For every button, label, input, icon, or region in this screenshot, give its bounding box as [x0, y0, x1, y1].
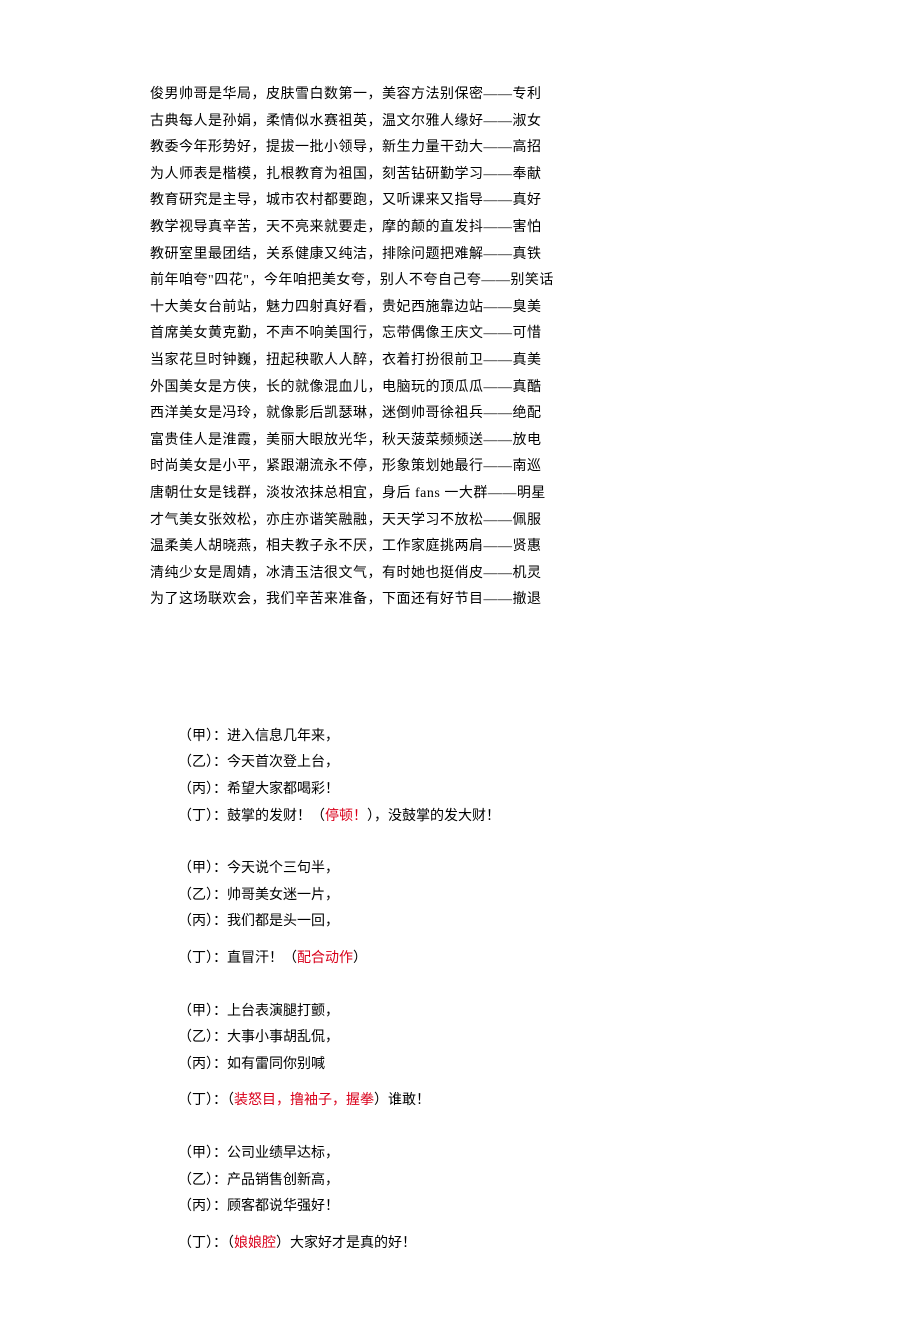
- poem-line: 教育研究是主导，城市农村都要跑，又听课来又指导——真好: [150, 188, 770, 215]
- poem-line: 为了这场联欢会，我们辛苦来准备，下面还有好节目——撤退: [150, 587, 770, 614]
- poem-line: 当家花旦时钟巍，扭起秧歌人人醉，衣着打扮很前卫——真美: [150, 348, 770, 375]
- poem-line: 古典每人是孙娟，柔情似水赛祖英，温文尔雅人缘好——淑女: [150, 109, 770, 136]
- dialog-text: ：希望大家都喝彩！: [213, 782, 339, 797]
- speaker-label: （丙）: [178, 914, 213, 929]
- poem-line: 才气美女张效松，亦庄亦谐笑融融，天天学习不放松——佩服: [150, 508, 770, 535]
- dialog-line: （甲）：上台表演腿打颤，: [178, 999, 770, 1026]
- dialog-line: （甲）：今天说个三句半，: [178, 856, 770, 883]
- stage-direction: 装怒目，撸袖子，握拳: [234, 1093, 374, 1108]
- speaker-label: （甲）: [178, 1146, 213, 1161]
- poem-line: 前年咱夸"四花"，今年咱把美女夸，别人不夸自己夸——别笑话: [150, 268, 770, 295]
- dialog-line: （乙）：帅哥美女迷一片，: [178, 883, 770, 910]
- speaker-label: （丁）: [178, 809, 213, 824]
- dialog-text: ：我们都是头一回，: [213, 914, 339, 929]
- dialog-group: （甲）：进入信息几年来，（乙）：今天首次登上台，（丙）：希望大家都喝彩！（丁）：…: [178, 724, 770, 830]
- dialog-text: ：帅哥美女迷一片，: [213, 888, 339, 903]
- speaker-label: （甲）: [178, 1004, 213, 1019]
- dialog-line: （丙）：我们都是头一回，: [178, 909, 770, 936]
- dialog-line: （丙）：如有雷同你别喊: [178, 1052, 770, 1079]
- dialog-line: （甲）：进入信息几年来，: [178, 724, 770, 751]
- speaker-label: （丙）: [178, 782, 213, 797]
- poem-line: 西洋美女是冯玲，就像影后凯瑟琳，迷倒帅哥徐祖兵——绝配: [150, 401, 770, 428]
- dialog-line: （丁）：（娘娘腔）大家好才是真的好！: [178, 1231, 770, 1258]
- dialog-line: （丙）：希望大家都喝彩！: [178, 777, 770, 804]
- dialog-text: ：鼓掌的发财！（: [213, 809, 325, 824]
- poem-line: 十大美女台前站，魅力四射真好看，贵妃西施靠边站——臭美: [150, 295, 770, 322]
- dialog-text: ），没鼓掌的发大财！: [367, 809, 500, 824]
- dialog-text: ）: [353, 951, 367, 966]
- dialog-text: ：产品销售创新高，: [213, 1173, 339, 1188]
- poem-line: 唐朝仕女是钱群，淡妆浓抹总相宜，身后 fans 一大群——明星: [150, 481, 770, 508]
- page-content: 俊男帅哥是华局，皮肤雪白数第一，美容方法别保密——专利古典每人是孙娟，柔情似水赛…: [0, 0, 920, 1343]
- dialog-text: ：今天首次登上台，: [213, 755, 339, 770]
- dialog-text: ：如有雷同你别喊: [213, 1057, 325, 1072]
- speaker-label: （乙）: [178, 755, 213, 770]
- dialog-text: ：（: [213, 1236, 234, 1251]
- dialog-line: （甲）：公司业绩早达标，: [178, 1141, 770, 1168]
- speaker-label: （甲）: [178, 729, 213, 744]
- poem-line: 为人师表是楷模，扎根教育为祖国，刻苦钻研勤学习——奉献: [150, 162, 770, 189]
- dialog-text: ：直冒汗！（: [213, 951, 297, 966]
- dialog-text: ）谁敢！: [374, 1093, 430, 1108]
- stage-direction: 停顿！: [325, 809, 367, 824]
- dialog-line: （丁）：直冒汗！（配合动作）: [178, 946, 770, 973]
- speaker-label: （丙）: [178, 1199, 213, 1214]
- dialog-line: （乙）：今天首次登上台，: [178, 750, 770, 777]
- dialog-line: （乙）：产品销售创新高，: [178, 1168, 770, 1195]
- speaker-label: （甲）: [178, 861, 213, 876]
- speaker-label: （丙）: [178, 1057, 213, 1072]
- dialog-line: （丁）：（装怒目，撸袖子，握拳）谁敢！: [178, 1088, 770, 1115]
- speaker-label: （丁）: [178, 951, 213, 966]
- dialog-group: （甲）：上台表演腿打颤，（乙）：大事小事胡乱侃，（丙）：如有雷同你别喊（丁）：（…: [178, 999, 770, 1115]
- poem-line: 教学视导真辛苦，天不亮来就要走，摩的颠的直发抖——害怕: [150, 215, 770, 242]
- poem-line: 首席美女黄克勤，不声不响美国行，忘带偶像王庆文——可惜: [150, 321, 770, 348]
- speaker-label: （丁）: [178, 1093, 213, 1108]
- poem-line: 教研室里最团结，关系健康又纯洁，排除问题把难解——真铁: [150, 242, 770, 269]
- speaker-label: （乙）: [178, 888, 213, 903]
- poem-line: 富贵佳人是淮霞，美丽大眼放光华，秋天菠菜频频送——放电: [150, 428, 770, 455]
- speaker-label: （丁）: [178, 1236, 213, 1251]
- dialog-block: （甲）：进入信息几年来，（乙）：今天首次登上台，（丙）：希望大家都喝彩！（丁）：…: [150, 724, 770, 1258]
- dialog-text: ：顾客都说华强好！: [213, 1199, 339, 1214]
- poem-line: 外国美女是方侠，长的就像混血儿，电脑玩的顶瓜瓜——真酷: [150, 375, 770, 402]
- dialog-text: ：上台表演腿打颤，: [213, 1004, 339, 1019]
- poem-line: 清纯少女是周婧，冰清玉洁很文气，有时她也挺俏皮——机灵: [150, 561, 770, 588]
- dialog-text: ：公司业绩早达标，: [213, 1146, 339, 1161]
- poem-line: 俊男帅哥是华局，皮肤雪白数第一，美容方法别保密——专利: [150, 82, 770, 109]
- speaker-label: （乙）: [178, 1173, 213, 1188]
- dialog-text: ：大事小事胡乱侃，: [213, 1030, 339, 1045]
- dialog-text: ）大家好才是真的好！: [276, 1236, 416, 1251]
- dialog-text: ：（: [213, 1093, 234, 1108]
- dialog-line: （丙）：顾客都说华强好！: [178, 1194, 770, 1221]
- stage-direction: 配合动作: [297, 951, 353, 966]
- stage-direction: 娘娘腔: [234, 1236, 276, 1251]
- poem-line: 教委今年形势好，提拔一批小领导，新生力量干劲大——高招: [150, 135, 770, 162]
- dialog-line: （丁）：鼓掌的发财！（停顿！），没鼓掌的发大财！: [178, 804, 770, 831]
- poem-line: 时尚美女是小平，紧跟潮流永不停，形象策划她最行——南巡: [150, 454, 770, 481]
- dialog-text: ：进入信息几年来，: [213, 729, 339, 744]
- poem-block: 俊男帅哥是华局，皮肤雪白数第一，美容方法别保密——专利古典每人是孙娟，柔情似水赛…: [150, 82, 770, 614]
- dialog-group: （甲）：今天说个三句半，（乙）：帅哥美女迷一片，（丙）：我们都是头一回，（丁）：…: [178, 856, 770, 972]
- speaker-label: （乙）: [178, 1030, 213, 1045]
- dialog-line: （乙）：大事小事胡乱侃，: [178, 1025, 770, 1052]
- dialog-group: （甲）：公司业绩早达标，（乙）：产品销售创新高，（丙）：顾客都说华强好！（丁）：…: [178, 1141, 770, 1257]
- dialog-text: ：今天说个三句半，: [213, 861, 339, 876]
- poem-line: 温柔美人胡晓燕，相夫教子永不厌，工作家庭挑两肩——贤惠: [150, 534, 770, 561]
